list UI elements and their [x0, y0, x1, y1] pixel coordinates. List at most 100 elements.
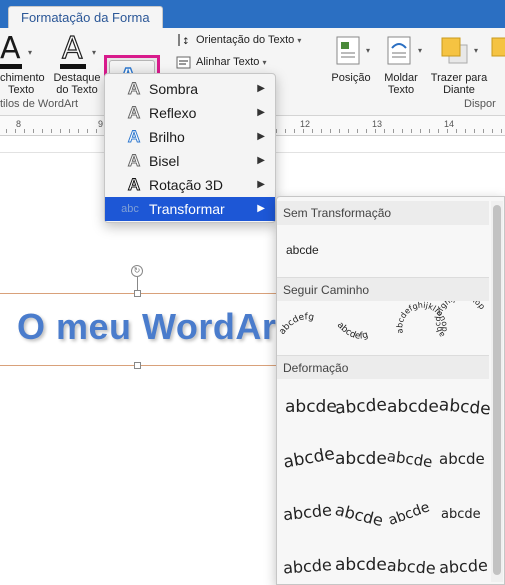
group-label-arrange: Dispor: [464, 98, 496, 110]
ruler-tick: [366, 129, 367, 133]
text-orientation-button[interactable]: Orientação do Texto ▾: [196, 34, 301, 46]
warp-sample[interactable]: abcde: [387, 397, 439, 417]
bevel-icon: A: [127, 151, 141, 171]
ruler-tick: [474, 129, 475, 133]
ruler-number: 9: [98, 119, 104, 129]
menu-item-bevel[interactable]: A Bisel ▶: [105, 149, 275, 173]
chevron-down-icon[interactable]: ▾: [28, 48, 32, 57]
warp-sample[interactable]: abcde: [282, 444, 336, 473]
follow-path-sample: abcdefg: [335, 320, 370, 341]
chevron-down-icon[interactable]: ▾: [366, 46, 370, 55]
chevron-down-icon[interactable]: ▾: [92, 48, 96, 57]
chevron-down-icon[interactable]: ▾: [474, 46, 478, 55]
section-no-transform: Sem Transformação: [277, 201, 489, 225]
warp-sample[interactable]: abcde: [386, 447, 434, 471]
follow-path-button[interactable]: abcdefghijklmnop: [433, 301, 487, 339]
chevron-right-icon: ▶: [257, 155, 265, 166]
send-backward-icon[interactable]: [490, 36, 505, 66]
warp-sample[interactable]: abcde: [441, 507, 481, 522]
section-warp: Deformação: [277, 355, 489, 379]
follow-path-arch-down[interactable]: abcdefg: [335, 320, 370, 341]
ruler-tick: [483, 129, 484, 133]
menu-item-label: Rotação 3D: [149, 177, 223, 193]
position-label: Posição: [331, 72, 371, 84]
wrap-text-icon: [387, 36, 411, 65]
position-button[interactable]: Posição: [326, 72, 376, 84]
ruler-tick: [339, 129, 340, 133]
ruler-tick: [42, 129, 43, 133]
resize-handle-top[interactable]: [134, 290, 141, 297]
resize-handle-bottom[interactable]: [134, 362, 141, 369]
text-outline-button[interactable]: Destaque do Texto: [50, 72, 104, 96]
wordart-text[interactable]: O meu WordArt: [17, 306, 277, 348]
follow-path-sample: abcdefg: [278, 312, 315, 336]
chevron-down-icon: ▾: [297, 36, 302, 45]
ruler-tick: [357, 129, 358, 133]
ruler-tick: [312, 129, 313, 133]
warp-sample[interactable]: abcde: [282, 555, 332, 577]
ruler-tick: [294, 129, 295, 133]
warp-sample[interactable]: abcde: [439, 556, 489, 578]
ruler-tick: [321, 129, 322, 133]
submenu-scrollbar-thumb[interactable]: [493, 205, 501, 575]
ruler-tick: [69, 129, 70, 133]
position-icon: [336, 36, 360, 65]
text-fill-icon[interactable]: A: [0, 34, 21, 64]
menu-item-3d-rotation[interactable]: A Rotação 3D ▶: [105, 173, 275, 197]
bring-forward-button[interactable]: Trazer para Diante: [426, 72, 492, 96]
chevron-right-icon: ▶: [257, 179, 265, 190]
tab-shape-format[interactable]: Formatação da Forma: [8, 6, 163, 28]
ruler-tick: [96, 129, 97, 133]
menu-item-glow[interactable]: A Brilho ▶: [105, 125, 275, 149]
warp-sample[interactable]: abcde: [285, 397, 337, 417]
menu-item-label: Bisel: [149, 153, 180, 169]
transform-icon: abc: [121, 203, 139, 215]
wrap-text-button[interactable]: Moldar Texto: [378, 72, 424, 96]
chevron-right-icon: ▶: [257, 107, 265, 118]
ruler-tick: [492, 129, 493, 133]
ruler-tick: [375, 129, 376, 133]
follow-path-sample: abcdefghijklmnop: [433, 301, 487, 339]
ruler-tick: [420, 129, 421, 133]
ruler-number: 13: [372, 119, 383, 129]
transform-none-sample[interactable]: abcde: [286, 243, 319, 257]
svg-text:abcdefghijklmnop: abcdefghijklmnop: [433, 301, 487, 339]
text-fill-color-bar: [0, 64, 22, 69]
ruler-tick: [87, 129, 88, 133]
menu-item-reflection[interactable]: A Reflexo ▶: [105, 101, 275, 125]
ruler-tick: [402, 129, 403, 133]
text-fill-button[interactable]: chimento Texto: [0, 72, 48, 96]
warp-sample[interactable]: abcde: [439, 450, 485, 468]
warp-sample[interactable]: abcde: [333, 500, 385, 530]
warp-sample[interactable]: abcde: [335, 449, 387, 469]
warp-sample[interactable]: abcde: [282, 500, 332, 524]
warp-sample[interactable]: abcde: [386, 499, 432, 529]
ruler-number: 8: [16, 119, 22, 129]
rotate-handle-stem: [137, 277, 138, 291]
menu-item-label: Reflexo: [149, 105, 197, 121]
warp-sample[interactable]: abcde: [386, 555, 436, 577]
reflection-icon: A: [127, 103, 141, 123]
follow-path-arch-up[interactable]: abcdefg: [278, 312, 315, 336]
align-text-button[interactable]: Alinhar Texto ▾: [196, 56, 266, 68]
ruler-tick: [393, 129, 394, 133]
warp-sample[interactable]: abcde: [438, 395, 491, 419]
text-outline-icon[interactable]: A: [61, 33, 83, 64]
menu-item-transform[interactable]: abc Transformar ▶: [105, 197, 275, 221]
ruler-tick: [24, 129, 25, 133]
text-fill-label-1: chimento: [0, 72, 45, 84]
text-effects-menu: A Sombra ▶ A Reflexo ▶ A Brilho ▶ A Bise…: [104, 73, 276, 223]
menu-item-shadow[interactable]: A Sombra ▶: [105, 77, 275, 101]
bring-forward-icon: [441, 37, 468, 64]
chevron-right-icon: ▶: [257, 203, 265, 214]
text-outline-color-bar: [60, 64, 86, 69]
ruler-tick: [501, 129, 502, 133]
rotate-handle-icon[interactable]: ↻: [131, 265, 143, 277]
chevron-down-icon[interactable]: ▾: [418, 46, 422, 55]
menu-item-label: Transformar: [149, 201, 225, 217]
warp-sample[interactable]: abcde: [334, 395, 387, 419]
group-label-wordart-styles: tilos de WordArt: [0, 98, 79, 110]
svg-text:abcdefg: abcdefg: [278, 312, 315, 336]
warp-sample[interactable]: abcde: [335, 555, 387, 575]
ruler-number: 14: [444, 119, 455, 129]
